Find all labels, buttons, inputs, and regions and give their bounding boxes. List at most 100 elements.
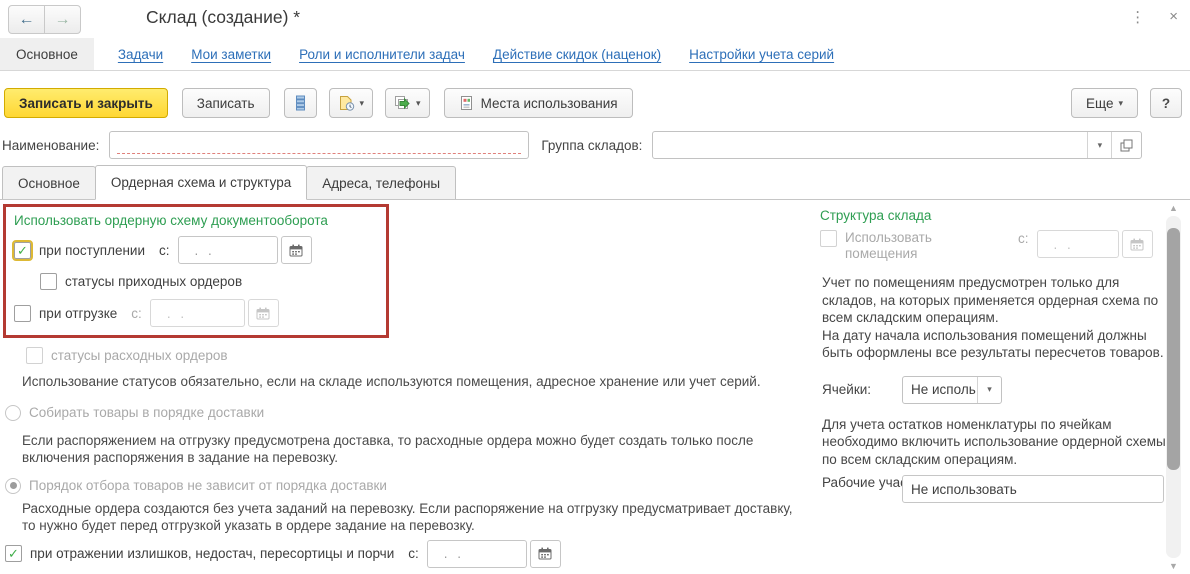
- nav-link-roles[interactable]: Роли и исполнители задач: [299, 47, 465, 62]
- shipment-statuses-label: статусы расходных ордеров: [51, 348, 228, 363]
- more-actions-button[interactable]: Еще ▾: [1071, 88, 1138, 118]
- check-icon: ✓: [8, 547, 19, 560]
- document-clock-icon: [338, 95, 355, 111]
- delivery-order-radio: [5, 405, 21, 421]
- receipt-checkbox[interactable]: ✓: [14, 242, 31, 259]
- combo-dropdown-button[interactable]: ▾: [1087, 132, 1111, 158]
- chevron-down-icon: ▾: [987, 384, 992, 395]
- receipt-date-input[interactable]: . .: [178, 236, 278, 264]
- nav-item-main[interactable]: Основное: [0, 38, 94, 70]
- receipt-statuses-checkbox[interactable]: [40, 273, 57, 290]
- open-list-icon: [1120, 139, 1133, 152]
- usage-places-label: Места использования: [481, 96, 618, 111]
- save-button[interactable]: Записать: [182, 88, 270, 118]
- shipment-row: при отгрузке с: . .: [14, 299, 378, 327]
- order-note: Расходные ордера создаются без учета зад…: [22, 500, 797, 535]
- nav-link-discounts[interactable]: Действие скидок (наценок): [493, 47, 661, 62]
- receipt-label: при поступлении: [39, 243, 145, 258]
- statuses-note: Использование статусов обязательно, если…: [22, 373, 797, 391]
- workareas-label: Рабочие участки:: [822, 475, 890, 491]
- pick-order-radio: [5, 478, 21, 494]
- usage-places-icon: [459, 95, 474, 111]
- tab-content: Использовать ордерную схему документообо…: [0, 200, 1190, 574]
- cells-value: Не исполь: [903, 377, 977, 403]
- shipment-from-label: с:: [131, 306, 142, 321]
- tab-addresses[interactable]: Адреса, телефоны: [306, 166, 456, 199]
- name-field-label: Наименование:: [2, 138, 99, 153]
- receipt-calendar-button[interactable]: [281, 236, 312, 264]
- history-buttons: ← →: [8, 5, 81, 34]
- vertical-scrollbar[interactable]: ▲ ▼: [1166, 202, 1181, 572]
- workareas-field[interactable]: Не использовать: [902, 475, 1164, 503]
- warehouse-group-combo[interactable]: ▾: [652, 131, 1142, 159]
- calendar-icon: [538, 547, 552, 560]
- receipt-statuses-row: статусы приходных ордеров: [40, 272, 378, 290]
- shipment-checkbox[interactable]: [14, 305, 31, 322]
- close-icon[interactable]: ×: [1169, 8, 1178, 26]
- combo-dropdown-button[interactable]: ▾: [977, 377, 1001, 403]
- nav-link-tasks[interactable]: Задачи: [118, 47, 163, 62]
- list-icon: [293, 95, 308, 111]
- receipt-row: ✓ при поступлении с: . .: [14, 235, 378, 265]
- delivery-order-radio-row: Собирать товары в порядке доставки: [5, 404, 808, 422]
- copy-arrow-icon: [394, 95, 411, 111]
- scrollbar-thumb[interactable]: [1167, 228, 1180, 470]
- delivery-order-radio-label: Собирать товары в порядке доставки: [29, 405, 264, 420]
- usage-places-button[interactable]: Места использования: [444, 88, 633, 118]
- structure-section-title: Структура склада: [820, 208, 1166, 223]
- chevron-down-icon: ▾: [1118, 98, 1123, 109]
- warehouse-group-value: [653, 132, 1087, 158]
- combo-open-button[interactable]: [1111, 132, 1141, 158]
- shipment-date-field: . .: [150, 299, 279, 327]
- structure-report-button[interactable]: [284, 88, 317, 118]
- calendar-icon: [289, 244, 303, 257]
- premises-note-1: Учет по помещениям предусмотрен только д…: [822, 274, 1166, 327]
- premises-date-field: . .: [1037, 230, 1153, 258]
- chevron-down-icon: ▾: [416, 98, 421, 109]
- forward-button[interactable]: →: [44, 6, 80, 33]
- more-menu-icon[interactable]: ⋮: [1130, 8, 1145, 26]
- pick-order-radio-row: Порядок отбора товаров не зависит от пор…: [5, 477, 808, 495]
- scroll-down-icon[interactable]: ▼: [1166, 560, 1181, 572]
- pick-order-radio-label: Порядок отбора товаров не зависит от пор…: [29, 478, 387, 493]
- nav-link-series[interactable]: Настройки учета серий: [689, 47, 834, 62]
- nav-links: Задачи Мои заметки Роли и исполнители за…: [118, 38, 834, 70]
- more-actions-label: Еще: [1086, 96, 1113, 111]
- surplus-checkbox[interactable]: ✓: [5, 545, 22, 562]
- tab-order-scheme[interactable]: Ордерная схема и структура: [95, 165, 307, 200]
- name-input[interactable]: [110, 132, 528, 158]
- surplus-date-input[interactable]: . .: [427, 540, 527, 568]
- premises-date-input: . .: [1037, 230, 1119, 258]
- tab-main[interactable]: Основное: [2, 166, 96, 199]
- group-field-label: Группа складов:: [541, 138, 642, 153]
- shipment-date-input: . .: [150, 299, 245, 327]
- help-button[interactable]: ?: [1150, 88, 1182, 118]
- surplus-label: при отражении излишков, недостач, пересо…: [30, 546, 394, 561]
- cells-combo[interactable]: Не исполь ▾: [902, 376, 1002, 404]
- name-input-wrap: [109, 131, 529, 159]
- back-button[interactable]: ←: [9, 6, 44, 33]
- title-bar: ← → Склад (создание) * ⋮ ×: [0, 0, 1190, 38]
- shipment-calendar-button: [248, 299, 279, 327]
- history-document-button[interactable]: ▾: [329, 88, 374, 118]
- chevron-down-icon: ▾: [1098, 140, 1103, 151]
- calendar-icon: [256, 307, 270, 320]
- cells-label: Ячейки:: [822, 382, 882, 397]
- calendar-icon: [1130, 238, 1144, 251]
- premises-note-2: На дату начала использования помещений д…: [822, 327, 1166, 362]
- window-icons: ⋮ ×: [1130, 8, 1178, 26]
- toolbar: Записать и закрыть Записать ▾ ▾ Места ис…: [0, 86, 1190, 120]
- surplus-date-field: . .: [427, 540, 561, 568]
- scroll-up-icon[interactable]: ▲: [1166, 202, 1181, 214]
- back-arrow-icon: ←: [19, 11, 35, 29]
- workareas-row: Рабочие участки: Не использовать: [822, 475, 1166, 503]
- header-fields-row: Наименование: Группа складов: ▾: [0, 128, 1190, 162]
- annotation-highlight-box: Использовать ордерную схему документообо…: [3, 204, 389, 338]
- delivery-note: Если распоряжением на отгрузку предусмот…: [22, 432, 797, 467]
- copy-create-button[interactable]: ▾: [385, 88, 430, 118]
- surplus-calendar-button[interactable]: [530, 540, 561, 568]
- receipt-from-label: с:: [159, 243, 170, 258]
- cells-row: Ячейки: Не исполь ▾: [822, 376, 1166, 404]
- nav-link-notes[interactable]: Мои заметки: [191, 47, 271, 62]
- save-and-close-button[interactable]: Записать и закрыть: [4, 88, 168, 118]
